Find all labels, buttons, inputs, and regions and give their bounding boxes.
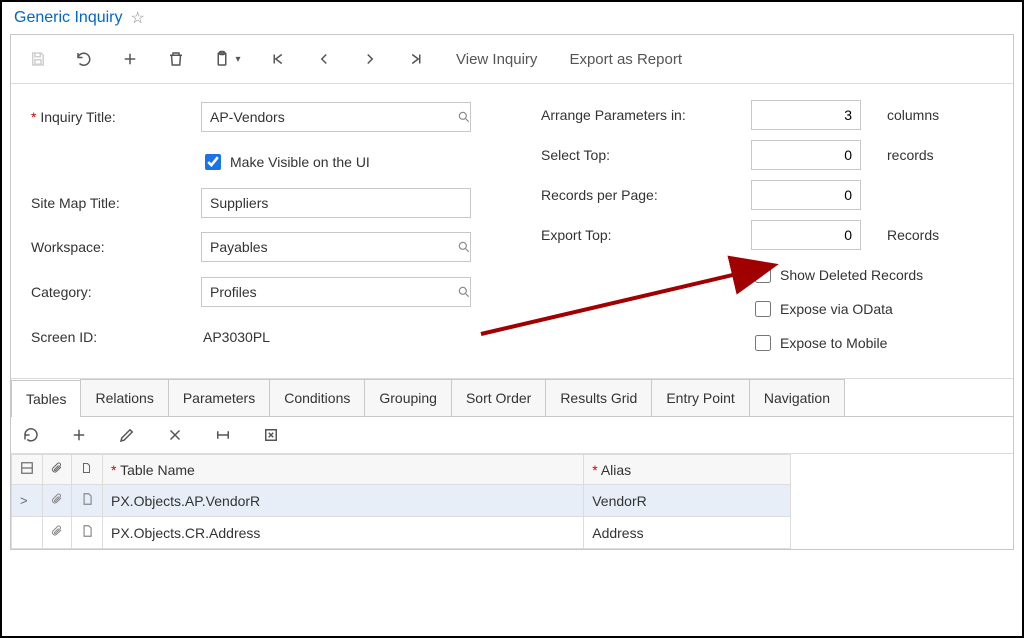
- summary-form: Inquiry Title: Make Visible on the UI Si…: [11, 84, 1013, 379]
- grid-refresh-icon[interactable]: [21, 425, 41, 445]
- prev-icon[interactable]: [301, 41, 347, 77]
- row-alias: Address: [584, 517, 791, 549]
- tab-tables[interactable]: Tables: [11, 380, 81, 417]
- tab-relations[interactable]: Relations: [80, 379, 168, 416]
- export-top-unit: Records: [881, 227, 951, 243]
- screen-id-input[interactable]: [201, 322, 471, 352]
- table-row[interactable]: PX.Objects.CR.AddressAddress: [12, 517, 791, 549]
- inquiry-title-field-wrap: [201, 102, 481, 132]
- row-alias: VendorR: [584, 485, 791, 517]
- search-icon[interactable]: [457, 285, 471, 299]
- select-top-unit: records: [881, 147, 951, 163]
- grid-settings-header[interactable]: [12, 455, 43, 485]
- site-map-title-input[interactable]: [201, 188, 471, 218]
- grid-add-icon[interactable]: [69, 425, 89, 445]
- grid-export-icon[interactable]: [261, 425, 281, 445]
- select-top-input[interactable]: [751, 140, 861, 170]
- grid-file-header: [72, 455, 103, 485]
- main-toolbar: ▾ View Inquiry Export as Report: [11, 35, 1013, 84]
- site-map-title-label: Site Map Title:: [31, 195, 201, 211]
- show-deleted-label: Show Deleted Records: [780, 267, 923, 283]
- title-bar: Generic Inquiry ☆: [2, 2, 1022, 32]
- category-input[interactable]: [201, 277, 471, 307]
- rpp-input[interactable]: [751, 180, 861, 210]
- grid-delete-icon[interactable]: [165, 425, 185, 445]
- category-label: Category:: [31, 284, 201, 300]
- grid-toolbar: [11, 417, 1013, 454]
- next-icon[interactable]: [347, 41, 393, 77]
- favorite-star-icon[interactable]: ☆: [131, 8, 145, 28]
- export-top-label: Export Top:: [541, 227, 751, 243]
- add-icon[interactable]: [107, 41, 153, 77]
- row-table-name: PX.Objects.CR.Address: [103, 517, 584, 549]
- expose-mobile-checkbox[interactable]: [755, 335, 771, 351]
- search-icon[interactable]: [457, 240, 471, 254]
- delete-icon[interactable]: [153, 41, 199, 77]
- show-deleted-checkbox[interactable]: [755, 267, 771, 283]
- inquiry-title-input[interactable]: [201, 102, 471, 132]
- make-visible-label: Make Visible on the UI: [230, 154, 370, 170]
- first-icon[interactable]: [255, 41, 301, 77]
- row-attach-icon[interactable]: [43, 517, 72, 549]
- tab-conditions[interactable]: Conditions: [269, 379, 365, 416]
- rpp-label: Records per Page:: [541, 187, 751, 203]
- workspace-label: Workspace:: [31, 239, 201, 255]
- tab-sort-order[interactable]: Sort Order: [451, 379, 546, 416]
- search-icon[interactable]: [457, 110, 471, 124]
- row-file-icon[interactable]: [72, 517, 103, 549]
- export-as-report-button[interactable]: Export as Report: [553, 51, 698, 68]
- screen-id-label: Screen ID:: [31, 329, 201, 345]
- row-indicator-icon: >: [12, 485, 43, 517]
- tab-results-grid[interactable]: Results Grid: [545, 379, 652, 416]
- last-icon[interactable]: [393, 41, 439, 77]
- arrange-unit: columns: [881, 107, 951, 123]
- view-inquiry-button[interactable]: View Inquiry: [440, 51, 553, 68]
- export-top-input[interactable]: [751, 220, 861, 250]
- expose-mobile-label: Expose to Mobile: [780, 335, 887, 351]
- main-frame: ▾ View Inquiry Export as Report Inquiry …: [10, 34, 1014, 550]
- detail-tabs: TablesRelationsParametersConditionsGroup…: [11, 379, 1013, 417]
- form-left-column: Inquiry Title: Make Visible on the UI Si…: [31, 100, 481, 354]
- arrange-input[interactable]: [751, 100, 861, 130]
- form-right-column: Arrange Parameters in: columns Select To…: [541, 100, 951, 354]
- tab-parameters[interactable]: Parameters: [168, 379, 270, 416]
- select-top-label: Select Top:: [541, 147, 751, 163]
- undo-icon[interactable]: [61, 41, 107, 77]
- row-table-name: PX.Objects.AP.VendorR: [103, 485, 584, 517]
- tables-grid: Table Name Alias > PX.Objects.AP.VendorRV…: [11, 454, 791, 549]
- inquiry-title-label: Inquiry Title:: [31, 109, 201, 125]
- grid-fit-icon[interactable]: [213, 425, 233, 445]
- tab-navigation[interactable]: Navigation: [749, 379, 845, 416]
- tab-entry-point[interactable]: Entry Point: [651, 379, 749, 416]
- make-visible-row: Make Visible on the UI: [201, 151, 481, 173]
- expose-odata-checkbox[interactable]: [755, 301, 771, 317]
- clipboard-dropdown-icon[interactable]: ▾: [199, 41, 255, 77]
- tab-grouping[interactable]: Grouping: [364, 379, 452, 416]
- table-row[interactable]: > PX.Objects.AP.VendorRVendorR: [12, 485, 791, 517]
- expose-odata-label: Expose via OData: [780, 301, 893, 317]
- make-visible-checkbox[interactable]: [205, 154, 221, 170]
- row-attach-icon[interactable]: [43, 485, 72, 517]
- row-indicator-icon: [12, 517, 43, 549]
- grid-attach-header: [43, 455, 72, 485]
- workspace-input[interactable]: [201, 232, 471, 262]
- page-title-link[interactable]: Generic Inquiry: [14, 9, 123, 27]
- save-icon[interactable]: [15, 41, 61, 77]
- table-name-header[interactable]: Table Name: [103, 455, 584, 485]
- arrange-label: Arrange Parameters in:: [541, 107, 751, 123]
- row-file-icon[interactable]: [72, 485, 103, 517]
- alias-header[interactable]: Alias: [584, 455, 791, 485]
- grid-edit-icon[interactable]: [117, 425, 137, 445]
